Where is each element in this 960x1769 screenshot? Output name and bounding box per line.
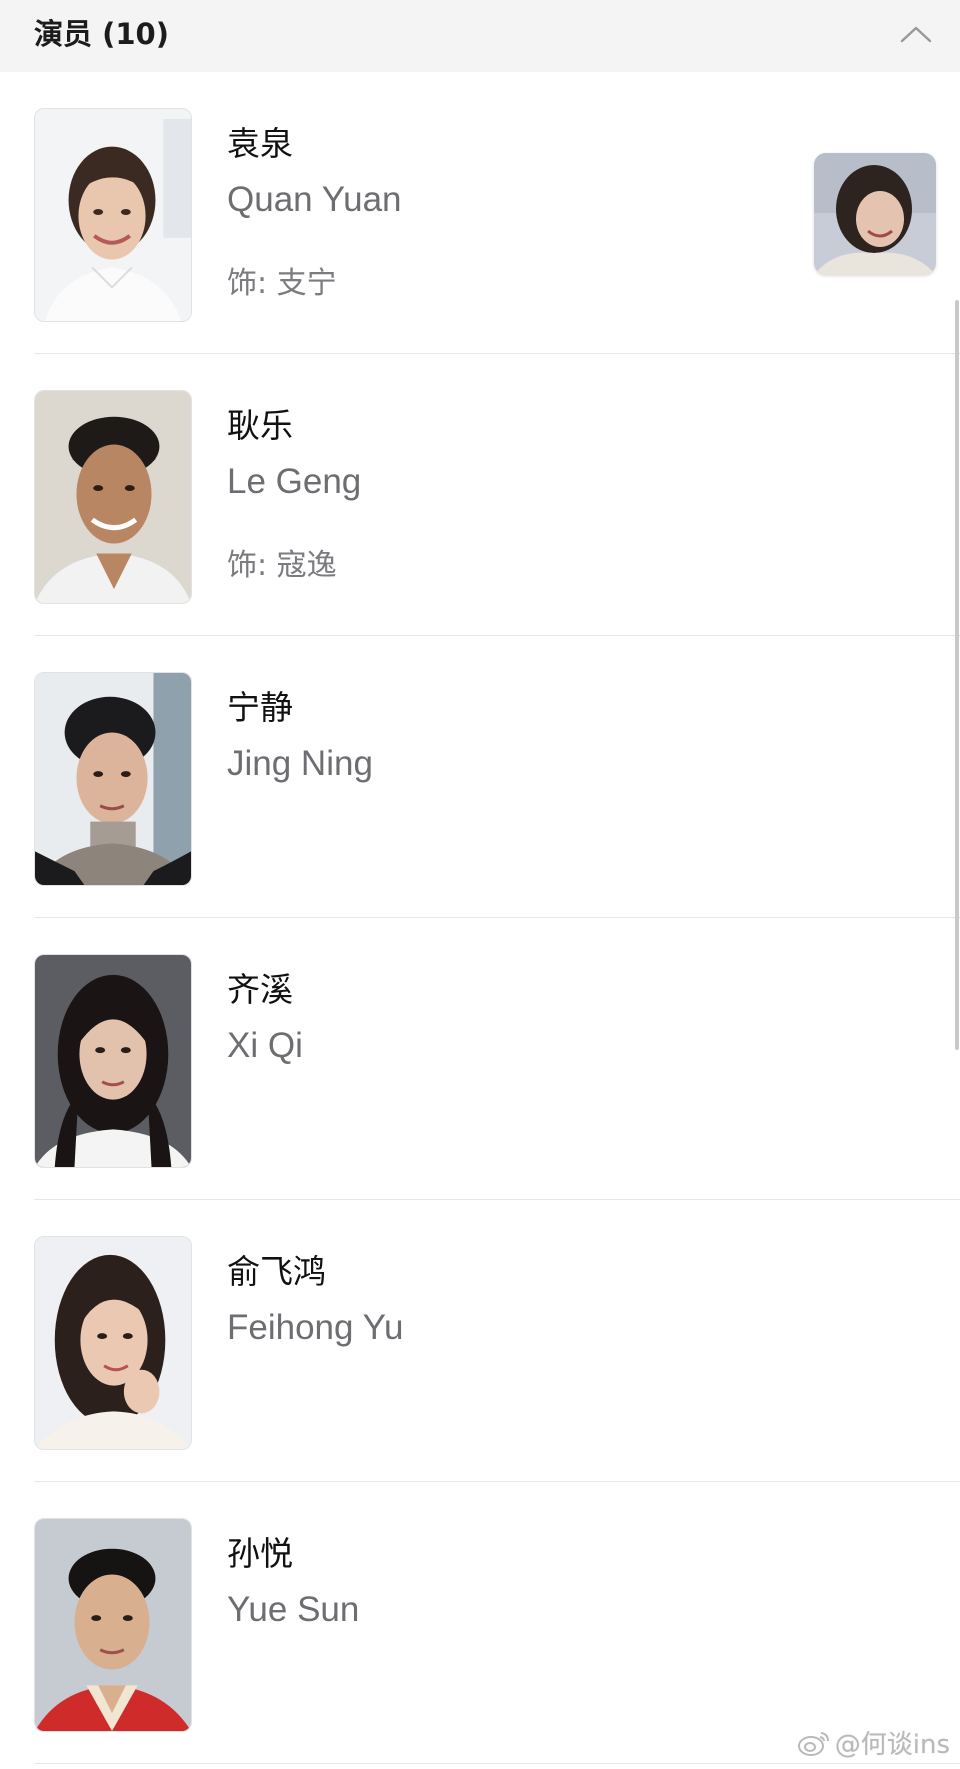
actor-avatar[interactable] <box>34 108 192 322</box>
watermark: @何谈ins <box>797 1724 950 1761</box>
actor-name-english: Le Geng <box>227 462 362 501</box>
actor-name-chinese: 孙悦 <box>227 1534 293 1573</box>
scrollbar[interactable] <box>955 300 959 1050</box>
role-thumbnail[interactable] <box>814 153 936 275</box>
actor-name-english: Quan Yuan <box>227 180 402 219</box>
actor-avatar[interactable] <box>34 954 192 1168</box>
actor-name-chinese: 宁静 <box>227 688 293 727</box>
cast-section-header[interactable]: 演员 (10) <box>0 0 960 72</box>
actor-name-chinese: 耿乐 <box>227 406 293 445</box>
cast-list: 袁泉 Quan Yuan 饰: 支宁 耿乐 Le Geng 饰: 寇逸 宁静 J… <box>0 72 960 1764</box>
section-title: 演员 (10) <box>34 17 169 51</box>
actor-name-english: Feihong Yu <box>227 1308 404 1347</box>
cast-row[interactable]: 袁泉 Quan Yuan 饰: 支宁 <box>0 72 960 354</box>
actor-name-english: Yue Sun <box>227 1590 360 1629</box>
actor-name-chinese: 俞飞鸿 <box>227 1252 326 1291</box>
row-divider <box>34 1763 960 1764</box>
actor-name-chinese: 袁泉 <box>227 124 293 163</box>
actor-avatar[interactable] <box>34 390 192 604</box>
actor-avatar[interactable] <box>34 1518 192 1732</box>
cast-row[interactable]: 齐溪 Xi Qi <box>0 918 960 1200</box>
actor-name-english: Jing Ning <box>227 744 373 783</box>
actor-name-english: Xi Qi <box>227 1026 303 1065</box>
actor-name-chinese: 齐溪 <box>227 970 293 1009</box>
cast-row[interactable]: 孙悦 Yue Sun <box>0 1482 960 1764</box>
weibo-icon <box>797 1731 829 1756</box>
cast-row[interactable]: 耿乐 Le Geng 饰: 寇逸 <box>0 354 960 636</box>
cast-row[interactable]: 宁静 Jing Ning <box>0 636 960 918</box>
watermark-text: @何谈ins <box>834 1730 950 1760</box>
actor-avatar[interactable] <box>34 1236 192 1450</box>
actor-role: 饰: 寇逸 <box>227 548 337 583</box>
actor-avatar[interactable] <box>34 672 192 886</box>
cast-row[interactable]: 俞飞鸿 Feihong Yu <box>0 1200 960 1482</box>
actor-role: 饰: 支宁 <box>227 266 337 301</box>
collapse-button[interactable] <box>894 14 938 54</box>
chevron-up-icon <box>900 26 932 43</box>
